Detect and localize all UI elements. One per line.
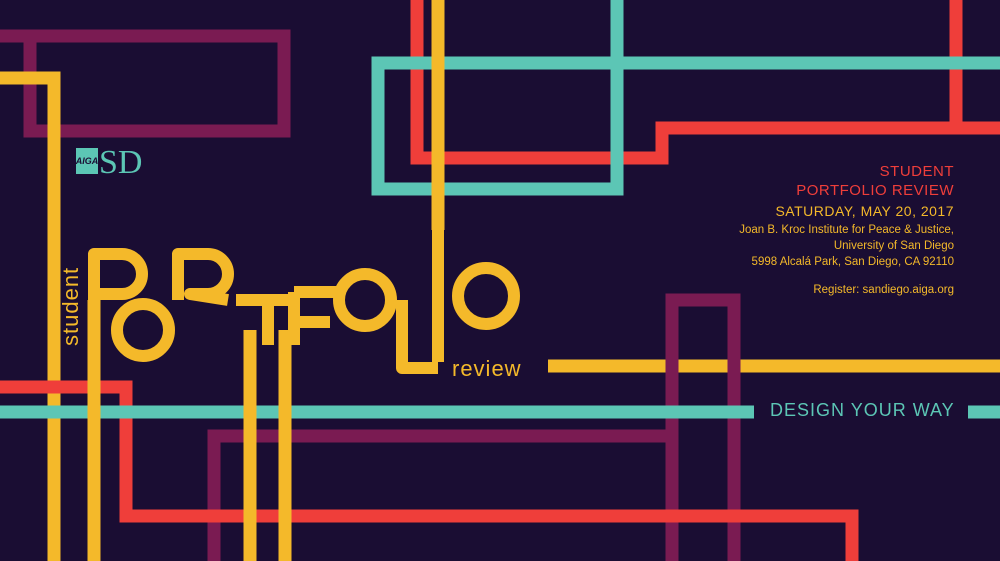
portfolio-title-graphic <box>88 230 520 374</box>
tagline: DESIGN YOUR WAY <box>770 400 955 420</box>
venue-line1: Joan B. Kroc Institute for Peace & Justi… <box>739 224 954 236</box>
red-line-top <box>410 0 1000 165</box>
event-info-block: STUDENT PORTFOLIO REVIEW SATURDAY, MAY 2… <box>739 162 954 298</box>
letter-f <box>288 286 338 345</box>
event-title-line2: PORTFOLIO REVIEW <box>796 182 954 199</box>
letter-r <box>172 248 234 306</box>
aiga-logo-box: AIGA <box>76 148 98 174</box>
event-date: SATURDAY, MAY 20, 2017 <box>775 203 954 219</box>
event-title-line1: STUDENT <box>879 163 954 180</box>
venue-line3: 5998 Alcalá Park, San Diego, CA 92110 <box>751 256 954 268</box>
letter-p-1 <box>88 248 148 300</box>
sd-logo-text: SD <box>99 144 143 181</box>
register-link[interactable]: Register: sandiego.aiga.org <box>739 282 954 298</box>
poster-canvas: AIGA SD student review STUDENT PORTFOLIO… <box>0 0 1000 561</box>
letter-o-2 <box>333 268 397 332</box>
yellow-line-left <box>0 71 61 561</box>
letter-o-1 <box>111 298 175 362</box>
letter-o-3 <box>452 262 520 330</box>
student-vertical-label: student <box>58 266 83 346</box>
aiga-sd-logo: AIGA SD <box>76 144 143 181</box>
venue-line2: University of San Diego <box>833 240 954 252</box>
review-label: review <box>452 356 522 381</box>
